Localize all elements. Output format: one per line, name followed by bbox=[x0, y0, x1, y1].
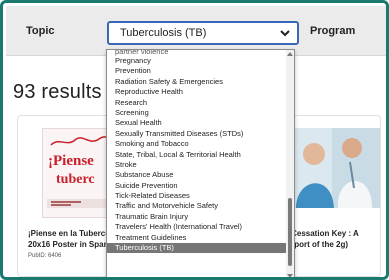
dropdown-option[interactable]: Stroke bbox=[107, 160, 287, 170]
chevron-down-icon bbox=[280, 30, 290, 37]
dropdown-option[interactable]: Travelers' Health (International Travel) bbox=[107, 222, 287, 232]
dropdown-option[interactable]: Substance Abuse bbox=[107, 170, 287, 180]
page-frame: Topic Tuberculosis (TB) Program 93 resul… bbox=[0, 0, 389, 280]
dropdown-scrollbar[interactable] bbox=[286, 50, 294, 277]
poster-headline: ¡Piense bbox=[48, 153, 94, 169]
dropdown-option[interactable]: Prevention bbox=[107, 66, 287, 76]
scrollbar-thumb[interactable] bbox=[288, 198, 292, 266]
dropdown-options: partner violence Pregnancy Prevention Radia… bbox=[107, 50, 287, 254]
topic-select[interactable]: Tuberculosis (TB) bbox=[107, 21, 299, 45]
dropdown-option[interactable]: Screening bbox=[107, 108, 287, 118]
dropdown-option[interactable]: Reproductive Health bbox=[107, 87, 287, 97]
dropdown-option[interactable]: Traffic and Motorvehicle Safety bbox=[107, 201, 287, 211]
dropdown-option[interactable]: Traumatic Brain Injury bbox=[107, 212, 287, 222]
dropdown-option[interactable]: Radiation Safety & Emergencies bbox=[107, 77, 287, 87]
scroll-up-icon[interactable] bbox=[287, 52, 293, 56]
dropdown-option[interactable]: State, Tribal, Local & Territorial Healt… bbox=[107, 150, 287, 160]
results-count: 93 results bbox=[13, 81, 102, 103]
dropdown-option[interactable]: Tuberculosis (TB) bbox=[107, 243, 287, 254]
card-pubid: PubID: 6406 bbox=[28, 253, 62, 259]
poster-subheadline: tuberc bbox=[56, 172, 95, 187]
dropdown-option[interactable]: Smoking and Tobacco bbox=[107, 139, 287, 149]
program-label: Program bbox=[310, 25, 356, 37]
dropdown-option[interactable]: Tick-Related Diseases bbox=[107, 191, 287, 201]
dropdown-option[interactable]: Research bbox=[107, 98, 287, 108]
dropdown-option[interactable]: Suicide Prevention bbox=[107, 181, 287, 191]
topic-dropdown-list[interactable]: partner violence Pregnancy Prevention Radia… bbox=[106, 49, 295, 277]
topic-select-value: Tuberculosis (TB) bbox=[120, 27, 207, 39]
dropdown-option[interactable]: Treatment Guidelines bbox=[107, 233, 287, 243]
dropdown-option[interactable]: Sexual Health bbox=[107, 118, 287, 128]
dropdown-option[interactable]: Sexually Transmitted Diseases (STDs) bbox=[107, 129, 287, 139]
scroll-down-icon[interactable] bbox=[287, 274, 293, 277]
dropdown-option[interactable]: Pregnancy bbox=[107, 56, 287, 66]
card-title[interactable]: g Cessation Key : A Report of the 2g) bbox=[284, 228, 380, 250]
topic-label: Topic bbox=[26, 25, 55, 37]
